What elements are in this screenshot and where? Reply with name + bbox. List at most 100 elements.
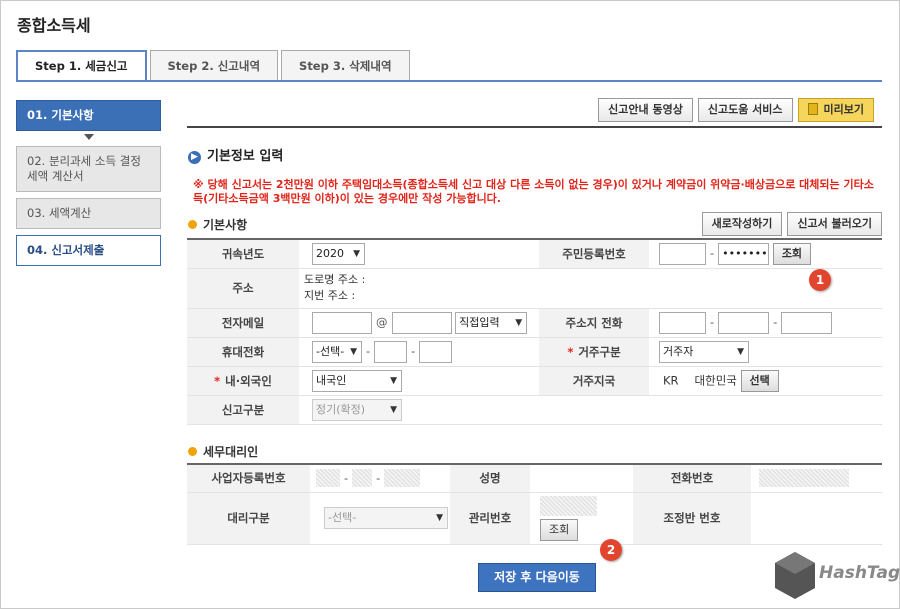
biz-no-2-input[interactable] xyxy=(352,469,373,488)
tab-step1[interactable]: Step 1. 세금신고 xyxy=(16,50,147,82)
sidebar-item-basic[interactable]: 01. 기본사항 xyxy=(16,100,161,131)
rrn-lookup-button[interactable]: 조회 xyxy=(772,242,812,265)
basic-button-group: 새로작성하기 신고서 불러오기 xyxy=(701,212,882,236)
agent-type-select[interactable]: -선택- ▼ xyxy=(324,507,448,529)
sidebar-item-separate-tax[interactable]: 02. 분리과세 소득 결정세액 계산서 xyxy=(16,146,161,192)
chevron-down-icon: ▼ xyxy=(350,346,357,357)
step-badge-1: 1 xyxy=(809,269,831,291)
chevron-down-icon: ▼ xyxy=(515,317,523,328)
email-domain-input[interactable] xyxy=(391,311,452,334)
mobile-2-input[interactable] xyxy=(374,340,408,363)
tabs-divider xyxy=(16,80,882,82)
chevron-down-icon: ▼ xyxy=(390,375,397,386)
name-value xyxy=(530,464,633,493)
home-phone-3-input[interactable] xyxy=(781,311,833,334)
notice-text: ※ 당해 신고서는 2천만원 이하 주택임대소득(종합소득세 신고 대상 다른 … xyxy=(193,178,874,205)
preview-button[interactable]: 미리보기 xyxy=(797,98,874,122)
chevron-down-icon: ▼ xyxy=(436,513,443,523)
watermark-text: HashTag xyxy=(819,563,900,583)
residence-select[interactable]: 거주자 ▼ xyxy=(659,340,749,363)
year-label: 귀속년도 xyxy=(187,239,299,269)
adjust-no-label: 조정반 번호 xyxy=(633,492,751,545)
mobile-prefix-select[interactable]: -선택- ▼ xyxy=(312,340,362,363)
table-row: 신고구분 정기(확정) ▼ xyxy=(187,395,882,425)
agent-type-label: 대리구분 xyxy=(187,492,310,545)
manage-no-label: 관리번호 xyxy=(450,492,530,545)
residence-label-text: 거주구분 xyxy=(578,344,621,359)
section-title: ▶ 기본정보 입력 xyxy=(188,145,283,164)
rrn-label: 주민등록번호 xyxy=(539,239,649,269)
tab-step2[interactable]: Step 2. 신고내역 xyxy=(149,50,279,80)
home-phone-1-input[interactable] xyxy=(659,311,706,334)
mobile-3-input[interactable] xyxy=(419,340,453,363)
help-service-button[interactable]: 신고도움 서비스 xyxy=(697,98,793,122)
country-name: 대한민국 xyxy=(694,373,737,387)
report-type-value: 정기(확정) xyxy=(316,402,366,416)
table-row: 주소 도로명 주소 : 지번 주소 : xyxy=(187,268,882,309)
caret-down-icon xyxy=(83,134,94,140)
email-domain-value: 직접입력 xyxy=(459,315,500,329)
mobile-label: 휴대전화 xyxy=(187,337,299,367)
manage-lookup-button[interactable]: 조회 xyxy=(540,518,579,541)
guide-video-button[interactable]: 신고안내 동영상 xyxy=(598,98,693,122)
step-tabs: Step 1. 세금신고 Step 2. 신고내역 Step 3. 삭제내역 xyxy=(16,50,410,82)
agent-table: 사업자등록번호 -- 성명 전화번호 대리구분 -선택- ▼ 관리번호 조회 조정… xyxy=(187,463,882,545)
arrow-right-icon: ▶ xyxy=(188,151,201,164)
country-label: 거주지국 xyxy=(539,366,649,396)
email-domain-select[interactable]: 직접입력 ▼ xyxy=(455,311,528,334)
mobile-prefix-value: -선택- xyxy=(316,344,345,358)
name-label: 성명 xyxy=(450,464,530,493)
nationality-label: * 내·외국인 xyxy=(187,366,299,396)
nationality-label-text: 내·외국인 xyxy=(225,373,272,388)
country-select-button[interactable]: 선택 xyxy=(740,369,779,392)
road-address: 도로명 주소 : xyxy=(304,273,366,286)
sidebar-item-submit[interactable]: 04. 신고서제출 xyxy=(16,235,161,266)
nationality-select[interactable]: 내국인 ▼ xyxy=(312,369,402,392)
sidebar: 01. 기본사항 02. 분리과세 소득 결정세액 계산서 03. 세액계산 0… xyxy=(16,100,161,272)
email-id-input[interactable] xyxy=(312,311,372,334)
sidebar-item-tax-calc[interactable]: 03. 세액계산 xyxy=(16,198,161,229)
save-next-button[interactable]: 저장 후 다음이동 xyxy=(478,563,596,592)
nationality-value: 내국인 xyxy=(316,373,347,387)
chevron-down-icon: ▼ xyxy=(737,346,744,357)
tab-step3[interactable]: Step 3. 삭제내역 xyxy=(281,50,410,80)
step-badge-2: 2 xyxy=(600,539,622,561)
residence-label: * 거주구분 xyxy=(539,337,649,367)
bullet-icon xyxy=(188,447,197,456)
report-type-label: 신고구분 xyxy=(187,395,299,425)
residence-value: 거주자 xyxy=(663,344,694,358)
biz-no-1-input[interactable] xyxy=(316,469,340,488)
table-row: 사업자등록번호 -- 성명 전화번호 xyxy=(187,464,882,493)
new-form-button[interactable]: 새로작성하기 xyxy=(701,212,783,236)
biz-no-3-input[interactable] xyxy=(384,469,421,488)
adjust-no-value xyxy=(751,492,882,545)
basic-subtitle-text: 기본사항 xyxy=(203,218,248,232)
email-at: @ xyxy=(376,315,388,329)
load-form-button[interactable]: 신고서 불러오기 xyxy=(787,212,882,236)
agent-subtitle: 세무대리인 xyxy=(188,443,258,460)
manage-no-input[interactable] xyxy=(540,495,597,516)
rrn-front-input[interactable] xyxy=(659,242,706,265)
chevron-down-icon: ▼ xyxy=(353,248,360,259)
agent-type-value: -선택- xyxy=(328,511,357,524)
bullet-icon xyxy=(188,220,197,229)
report-type-select[interactable]: 정기(확정) ▼ xyxy=(312,398,402,421)
top-button-group: 신고안내 동영상 신고도움 서비스 미리보기 xyxy=(598,98,874,122)
home-phone-2-input[interactable] xyxy=(718,311,770,334)
preview-label: 미리보기 xyxy=(823,103,864,116)
table-row: 전자메일 @ 직접입력 ▼ 주소지 전화 -- xyxy=(187,308,882,338)
basic-subtitle: 기본사항 xyxy=(188,216,247,233)
country-code: KR xyxy=(663,373,679,387)
rrn-back-input[interactable]: ••••••• xyxy=(718,242,770,265)
year-value: 2020 xyxy=(316,246,344,260)
table-row: 대리구분 -선택- ▼ 관리번호 조회 조정반 번호 xyxy=(187,492,882,545)
hashtag-logo-icon xyxy=(775,552,815,599)
page-title: 종합소득세 xyxy=(17,16,91,35)
year-select[interactable]: 2020 ▼ xyxy=(312,242,365,265)
lot-address: 지번 주소 : xyxy=(304,289,356,302)
table-row: 귀속년도 2020 ▼ 주민등록번호 - ••••••• 조회 xyxy=(187,239,882,269)
content-divider xyxy=(187,126,882,128)
agent-phone-input[interactable] xyxy=(759,469,849,488)
table-row: * 내·외국인 내국인 ▼ 거주지국 KR 대한민국 선택 xyxy=(187,366,882,396)
address-label: 주소 xyxy=(187,268,299,309)
